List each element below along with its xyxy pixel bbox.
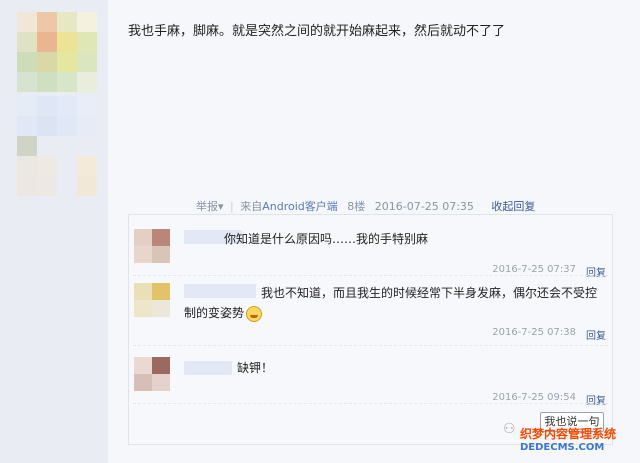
avatar[interactable]	[134, 283, 178, 317]
post-meta-bar: 举报▾ | 来自Android客户端 8楼 2016-07-25 07:35 收…	[196, 198, 535, 214]
smiley-emoji-icon	[246, 305, 263, 322]
watermark-url: DEDECMS.COM	[520, 442, 605, 453]
watermark-title: 织梦内容管理系统	[520, 427, 617, 441]
reply-text-line1: 我也不知道，而且我生的时候经常下半身发麻，偶尔还会不受控	[261, 286, 598, 300]
floor-number: 8楼	[347, 200, 366, 213]
reply-text-line2: 制的变姿势	[184, 306, 245, 320]
list-item: 你知道是什么原因吗……我的手特别麻 2016-7-25 07:37 回复	[129, 227, 612, 279]
divider: |	[230, 200, 234, 213]
reply-text-line2-row: 制的变姿势	[184, 304, 263, 322]
report-link[interactable]: 举报	[196, 200, 218, 213]
reply-list: 你知道是什么原因吗……我的手特别麻 2016-7-25 07:37 回复 我也不…	[128, 214, 613, 445]
collapse-replies-button[interactable]: 收起回复	[491, 200, 535, 213]
source-prefix: 来自	[240, 200, 263, 213]
avatar[interactable]	[134, 357, 178, 391]
post-text: 我也手麻，脚麻。就是突然之间的就开始麻起来，然后就动不了了	[128, 24, 506, 39]
page: 我也手麻，脚麻。就是突然之间的就开始麻起来，然后就动不了了 举报▾ | 来自An…	[0, 0, 640, 463]
chevron-down-icon[interactable]: ▾	[218, 200, 224, 213]
reply-username[interactable]	[184, 361, 232, 375]
list-item: 我也不知道，而且我生的时候经常下半身发麻，偶尔还会不受控 制的变姿势 2016-…	[129, 281, 612, 345]
list-item: 缺钾！ 2016-7-25 09:54 回复	[129, 353, 612, 407]
reply-text: 缺钾！	[237, 361, 274, 375]
reply-button[interactable]: 回复	[586, 327, 606, 342]
avatar[interactable]	[17, 12, 97, 202]
source-link[interactable]: Android客户端	[262, 200, 338, 213]
reply-timestamp: 2016-7-25 07:38	[492, 327, 576, 338]
reply-username[interactable]	[184, 284, 256, 298]
watermark: 织梦内容管理系统 DEDECMS.COM	[520, 425, 616, 453]
divider	[133, 403, 608, 405]
reply-text: 你知道是什么原因吗……我的手特别麻	[224, 232, 429, 246]
reply-timestamp: 2016-7-25 09:54	[492, 392, 576, 403]
wechat-icon: ⚇	[503, 421, 516, 437]
divider	[133, 345, 608, 347]
user-info-column	[0, 0, 108, 463]
post-timestamp: 2016-07-25 07:35	[374, 200, 474, 213]
avatar[interactable]	[134, 229, 178, 263]
reply-timestamp: 2016-7-25 07:37	[492, 264, 576, 275]
divider	[133, 275, 608, 277]
